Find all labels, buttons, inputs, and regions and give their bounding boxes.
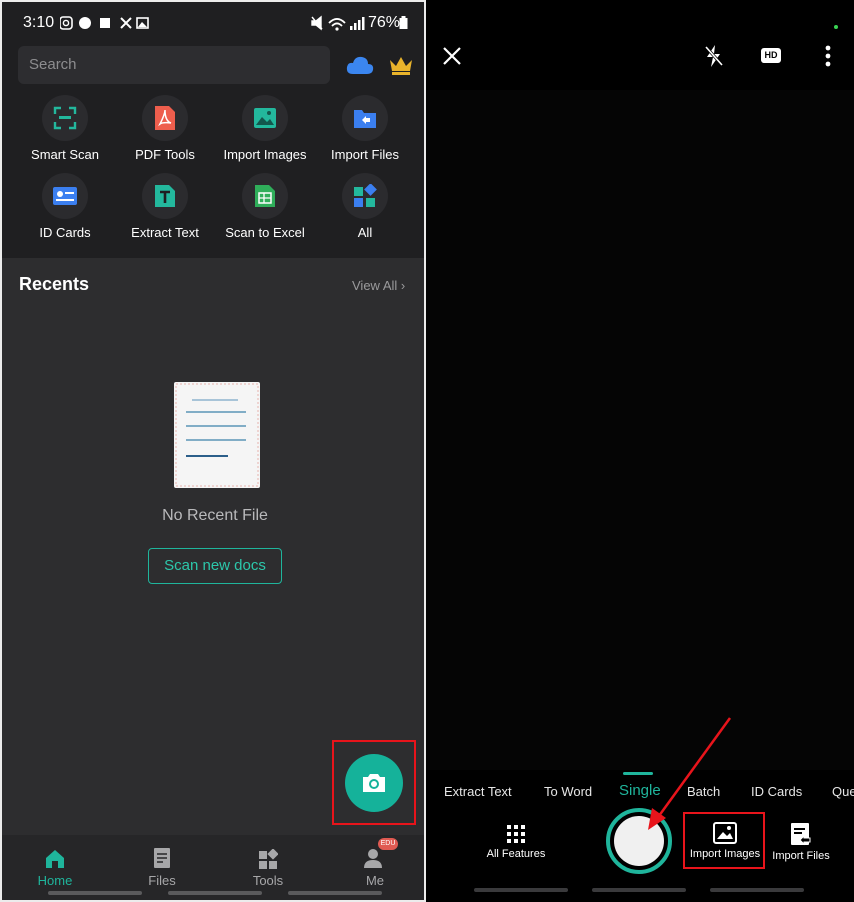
tool-smart-scan[interactable]: Smart Scan — [15, 95, 115, 162]
home-screen: 3:10 76% Search Smart Scan PDF Tools Imp… — [0, 0, 426, 902]
hd-toggle[interactable]: HD — [761, 48, 781, 63]
cloud-icon[interactable] — [346, 54, 374, 76]
tool-label: All — [357, 225, 373, 240]
status-time: 3:10 — [23, 14, 55, 31]
gesture-bar — [474, 888, 568, 892]
battery-icon — [399, 16, 408, 29]
mode-extract-text[interactable]: Extract Text — [444, 784, 512, 799]
tool-all[interactable]: All — [315, 173, 415, 240]
profile-icon — [364, 849, 382, 868]
files-icon — [154, 848, 170, 868]
recents-title: Recents — [19, 274, 90, 294]
tool-id-cards[interactable]: ID Cards — [15, 173, 115, 240]
premium-crown-icon[interactable] — [388, 54, 414, 76]
nav-label: Me — [365, 873, 385, 888]
mode-to-word[interactable]: To Word — [544, 784, 592, 799]
tool-pdf-tools[interactable]: PDF Tools — [115, 95, 215, 162]
tool-import-images[interactable]: Import Images — [215, 95, 315, 162]
gesture-bar — [48, 891, 142, 895]
gesture-bar — [710, 888, 804, 892]
search-input[interactable]: Search — [18, 46, 330, 84]
all-features-label: All Features — [486, 848, 546, 860]
pdf-icon — [155, 106, 175, 130]
document-lines — [175, 383, 259, 487]
text-icon — [155, 185, 175, 207]
red-pointer-arrow — [648, 717, 732, 830]
tool-import-files[interactable]: Import Files — [315, 95, 415, 162]
import-file-icon — [791, 823, 811, 846]
gesture-bar — [288, 891, 382, 895]
chevron-right-icon: › — [400, 278, 406, 293]
tool-label: Smart Scan — [31, 147, 99, 162]
grid-dots-icon — [507, 825, 525, 843]
all-features-button[interactable]: All Features — [480, 824, 552, 860]
excel-icon — [255, 185, 275, 207]
highlight-box-camera — [332, 740, 416, 825]
image-icon — [254, 108, 276, 128]
nav-me[interactable]: Me — [335, 843, 415, 888]
flash-off-icon[interactable] — [704, 44, 724, 68]
close-icon[interactable] — [442, 46, 462, 66]
empty-document-illustration — [174, 382, 260, 488]
folder-icon — [354, 110, 376, 128]
mode-id-cards[interactable]: ID Cards — [751, 784, 802, 799]
camera-viewfinder[interactable] — [426, 90, 854, 770]
nav-label: Tools — [252, 873, 284, 888]
more-options-icon[interactable] — [824, 44, 832, 68]
tools-icon — [259, 849, 278, 869]
status-bar: 3:10 76% — [2, 2, 424, 44]
view-all-link[interactable]: View All › — [352, 278, 405, 293]
signal-icons — [311, 15, 365, 31]
scan-new-docs-button[interactable]: Scan new docs — [148, 548, 282, 584]
nav-label: Files — [148, 873, 176, 888]
import-files-button[interactable]: Import Files — [766, 822, 836, 862]
no-recent-message: No Recent File — [162, 507, 268, 524]
grid-icon — [354, 184, 377, 207]
tool-label: Import Images — [223, 147, 307, 162]
gesture-bar — [168, 891, 262, 895]
bottom-navigation: Home Files Tools Me EDU — [2, 835, 424, 900]
nav-tools[interactable]: Tools — [228, 843, 308, 888]
tool-extract-text[interactable]: Extract Text — [115, 173, 215, 240]
nav-files[interactable]: Files — [122, 843, 202, 888]
tool-label: PDF Tools — [135, 147, 195, 162]
gesture-bar — [592, 888, 686, 892]
view-all-label: View All — [352, 278, 398, 293]
smart-scan-icon — [53, 106, 77, 130]
nav-label: Home — [37, 873, 73, 888]
tool-scan-to-excel[interactable]: Scan to Excel — [215, 173, 315, 240]
tool-label: ID Cards — [39, 225, 91, 240]
camera-indicator-dot — [834, 25, 838, 29]
mode-que[interactable]: Que — [832, 784, 854, 799]
nav-home[interactable]: Home — [15, 843, 95, 888]
battery-percent: 76% — [368, 14, 401, 31]
home-icon — [46, 850, 64, 868]
notification-icons — [60, 16, 149, 30]
id-card-icon — [53, 187, 77, 205]
tool-label: Import Files — [331, 147, 399, 162]
tool-label: Extract Text — [131, 225, 199, 240]
import-files-label: Import Files — [772, 850, 830, 862]
camera-screen: HD Extract Text To Word Single Batch ID … — [426, 0, 854, 902]
edu-badge: EDU — [378, 838, 398, 850]
tool-label: Scan to Excel — [225, 225, 305, 240]
